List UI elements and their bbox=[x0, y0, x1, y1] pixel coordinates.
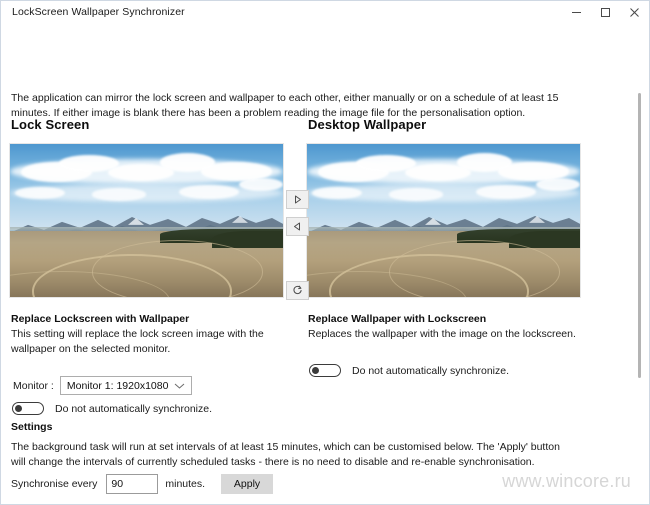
monitor-dropdown-value: Monitor 1: 1920x1080 bbox=[66, 379, 169, 392]
lockscreen-autosync-toggle-row[interactable]: Do not automatically synchronize. bbox=[12, 402, 212, 415]
monitor-selector-row: Monitor : Monitor 1: 1920x1080 bbox=[13, 376, 192, 395]
lockscreen-autosync-toggle[interactable] bbox=[12, 402, 44, 415]
scrollbar-thumb[interactable] bbox=[638, 93, 641, 378]
maximize-icon bbox=[601, 7, 610, 17]
wallpaper-autosync-label: Do not automatically synchronize. bbox=[352, 364, 509, 377]
sync-interval-label: Synchronise every bbox=[11, 478, 98, 490]
replace-wallpaper-heading: Replace Wallpaper with Lockscreen bbox=[308, 313, 487, 325]
chevron-down-icon bbox=[174, 382, 185, 389]
maximize-button[interactable] bbox=[591, 1, 620, 23]
replace-wallpaper-description: Replaces the wallpaper with the image on… bbox=[308, 328, 576, 340]
copy-to-right-button[interactable] bbox=[286, 190, 309, 209]
sync-interval-unit: minutes. bbox=[165, 478, 206, 490]
refresh-icon bbox=[293, 285, 302, 295]
monitor-dropdown[interactable]: Monitor 1: 1920x1080 bbox=[59, 376, 192, 395]
close-icon bbox=[630, 7, 639, 17]
wallpaper-autosync-toggle[interactable] bbox=[309, 364, 341, 377]
window-controls bbox=[562, 1, 649, 23]
refresh-button[interactable] bbox=[286, 281, 309, 300]
triangle-right-icon bbox=[295, 195, 301, 204]
minimize-icon bbox=[572, 11, 581, 13]
sync-interval-row: Synchronise every minutes. Apply bbox=[11, 474, 274, 494]
copy-to-left-button[interactable] bbox=[286, 217, 309, 236]
window-title: LockScreen Wallpaper Synchronizer bbox=[12, 6, 185, 18]
apply-button[interactable]: Apply bbox=[221, 474, 274, 494]
lockscreen-autosync-label: Do not automatically synchronize. bbox=[55, 402, 212, 415]
app-window: LockScreen Wallpaper Synchronizer The ap… bbox=[0, 0, 650, 505]
replace-lockscreen-description: This setting will replace the lock scree… bbox=[11, 328, 264, 355]
desktop-wallpaper-preview[interactable] bbox=[306, 143, 581, 298]
intro-text: The application can mirror the lock scre… bbox=[11, 92, 559, 119]
replace-lockscreen-heading: Replace Lockscreen with Wallpaper bbox=[11, 313, 190, 325]
title-bar: LockScreen Wallpaper Synchronizer bbox=[1, 1, 649, 24]
watermark: www.wincore.ru bbox=[502, 471, 631, 491]
lock-screen-heading: Lock Screen bbox=[11, 117, 90, 132]
sync-interval-input[interactable] bbox=[106, 474, 159, 494]
wallpaper-autosync-toggle-row[interactable]: Do not automatically synchronize. bbox=[309, 364, 509, 377]
desktop-wallpaper-heading: Desktop Wallpaper bbox=[308, 117, 427, 132]
minimize-button[interactable] bbox=[562, 1, 591, 23]
vertical-scrollbar[interactable] bbox=[634, 83, 645, 501]
lock-screen-preview[interactable] bbox=[9, 143, 284, 298]
settings-description: The background task will run at set inte… bbox=[11, 441, 560, 468]
content-area: The application can mirror the lock scre… bbox=[1, 23, 649, 504]
toggle-knob bbox=[312, 367, 319, 374]
monitor-label: Monitor : bbox=[13, 379, 54, 392]
triangle-left-icon bbox=[294, 222, 300, 231]
close-button[interactable] bbox=[620, 1, 649, 23]
toggle-knob bbox=[15, 405, 22, 412]
settings-heading: Settings bbox=[11, 421, 53, 433]
